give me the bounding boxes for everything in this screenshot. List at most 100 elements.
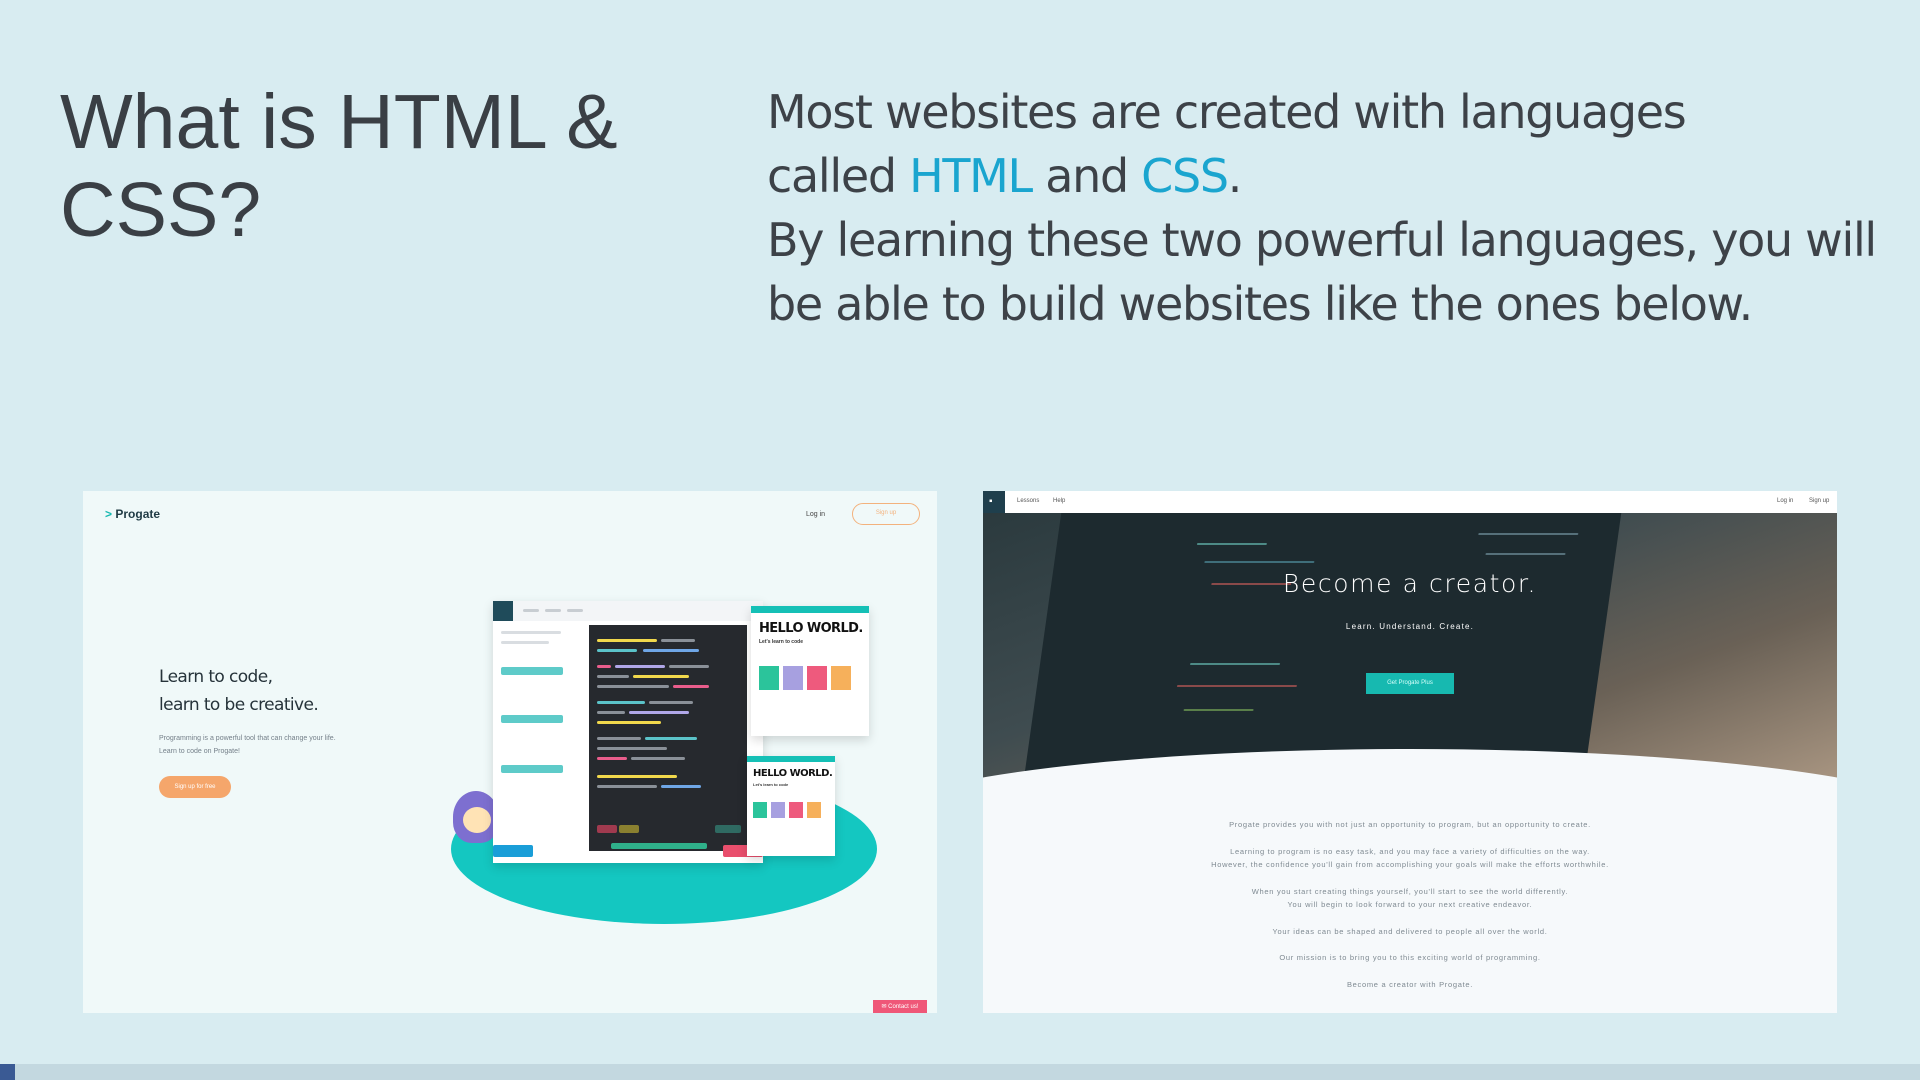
progate-logo: > Progate [105, 507, 160, 521]
sidebar-block [501, 765, 563, 773]
code-line [597, 737, 641, 740]
contact-button[interactable]: ✉ Contact us! [873, 1000, 927, 1013]
hello-world-preview-small: HELLO WORLD. Let's learn to code [747, 756, 835, 856]
code-line [597, 711, 625, 714]
nav-lessons[interactable]: Lessons [1017, 498, 1039, 504]
sidebar-line [501, 641, 549, 644]
top-navbar: ▪ Lessons Help Log in Sign up [983, 491, 1837, 513]
code-block [597, 825, 617, 833]
preview-header-bar [751, 606, 869, 613]
monitor-illustration [1024, 513, 1622, 773]
intro-called-text: called [767, 149, 910, 203]
code-line [597, 639, 657, 642]
code-line [633, 675, 689, 678]
code-line [643, 649, 699, 652]
code-line [661, 785, 701, 788]
screen-code-line [1478, 533, 1579, 535]
css-highlight: CSS [1141, 149, 1229, 203]
code-block [715, 825, 741, 833]
mission-paragraph: Progate provides you with not just an op… [983, 818, 1837, 832]
preview-tile [753, 802, 767, 818]
preview-tile [789, 802, 803, 818]
toolbar-line [567, 609, 583, 612]
code-line [597, 747, 667, 750]
get-plus-button[interactable]: Get Progate Plus [1366, 673, 1454, 694]
preview-tile [771, 802, 785, 818]
intro-paragraph: Most websites are created with languages… [767, 80, 1887, 336]
code-line [597, 685, 669, 688]
preview-tile [831, 666, 851, 690]
sidebar-block [501, 715, 563, 723]
sidebar-block [501, 667, 563, 675]
code-line [597, 665, 611, 668]
html-highlight: HTML [909, 149, 1033, 203]
screen-code-line [1176, 685, 1298, 687]
slide-title: What is HTML & CSS? [60, 79, 618, 253]
preview-title: HELLO WORLD. [759, 621, 863, 636]
nav-help[interactable]: Help [1053, 498, 1065, 504]
preview-subtitle-small: Let's learn to code [753, 782, 789, 787]
hero-headline: Become a creator. [1282, 569, 1538, 598]
nav-signup[interactable]: Sign up [1809, 498, 1829, 504]
toolbar-line [545, 609, 561, 612]
screen-code-line [1196, 543, 1268, 545]
intro-line-3: By learning these two powerful languages… [767, 213, 1877, 331]
mission-line: Our mission is to bring you to this exci… [1279, 953, 1541, 962]
code-line [597, 701, 645, 704]
signup-button[interactable]: Sign up [852, 503, 920, 525]
code-block [619, 825, 639, 833]
hero-subtext: Programming is a powerful tool that can … [159, 732, 336, 758]
preview-title-small: HELLO WORLD. [753, 768, 833, 779]
slide-footer-marker [0, 1064, 15, 1080]
intro-period: . [1227, 149, 1243, 203]
editor-footer-block [493, 845, 533, 857]
lesson-sidebar [501, 631, 577, 851]
site-logo[interactable]: ▪ [983, 491, 1005, 513]
toolbar-line [523, 609, 539, 612]
code-line [615, 665, 665, 668]
preview-tile [759, 666, 779, 690]
mission-paragraph: Become a creator with Progate. [983, 978, 1837, 992]
code-line [597, 785, 657, 788]
code-line [673, 685, 709, 688]
preview-tile [807, 666, 827, 690]
hero-headline: Learn to code, learn to be creative. [159, 663, 319, 719]
screen-code-line [1183, 709, 1254, 711]
editor-logo-square [493, 601, 513, 621]
preview-tile [807, 802, 821, 818]
hello-world-preview: HELLO WORLD. Let's learn to code [751, 606, 869, 736]
logo-text: Progate [115, 507, 161, 521]
code-line [597, 649, 637, 652]
code-line [597, 721, 661, 724]
mission-line: When you start creating things yourself,… [1251, 886, 1569, 896]
nav-login[interactable]: Log in [1777, 498, 1793, 504]
code-line [597, 675, 629, 678]
intro-line-1: Most websites are created with languages [767, 85, 1687, 139]
mission-paragraph: When you start creating things yourself,… [983, 885, 1837, 912]
mission-paragraph: Learning to program is no easy task, and… [983, 845, 1837, 872]
logo-chevron-icon: > [105, 507, 113, 521]
preview-header-bar [747, 756, 835, 762]
mission-text: Progate provides you with not just an op… [983, 818, 1837, 1004]
mission-line: Your ideas can be shaped and delivered t… [1272, 926, 1548, 936]
code-line [629, 711, 689, 714]
code-line [597, 775, 677, 778]
screen-code-line [1204, 561, 1315, 563]
mission-line: Progate provides you with not just an op… [1229, 820, 1591, 829]
login-link[interactable]: Log in [806, 511, 825, 518]
mission-paragraph: Your ideas can be shaped and delivered t… [983, 925, 1837, 939]
free-signup-button[interactable]: Sign up for free [159, 776, 231, 798]
screen-code-line [1189, 663, 1281, 665]
subtext-line-2: Learn to code on Progate! [159, 748, 240, 755]
screen-code-line [1485, 553, 1566, 555]
code-pane [589, 625, 747, 851]
progress-bar [611, 843, 707, 849]
mission-paragraph: Our mission is to bring you to this exci… [983, 951, 1837, 965]
mission-line: Become a creator with Progate. [1346, 979, 1474, 989]
mascot-face [463, 807, 491, 833]
become-creator-screenshot: ▪ Lessons Help Log in Sign up Become a c… [983, 491, 1837, 1013]
headline-line-2: learn to be creative. [159, 695, 319, 715]
code-line [661, 639, 695, 642]
mission-line: Learning to program is no easy task, and… [1230, 846, 1590, 856]
hero-tagline: Learn. Understand. Create. [1345, 622, 1475, 631]
